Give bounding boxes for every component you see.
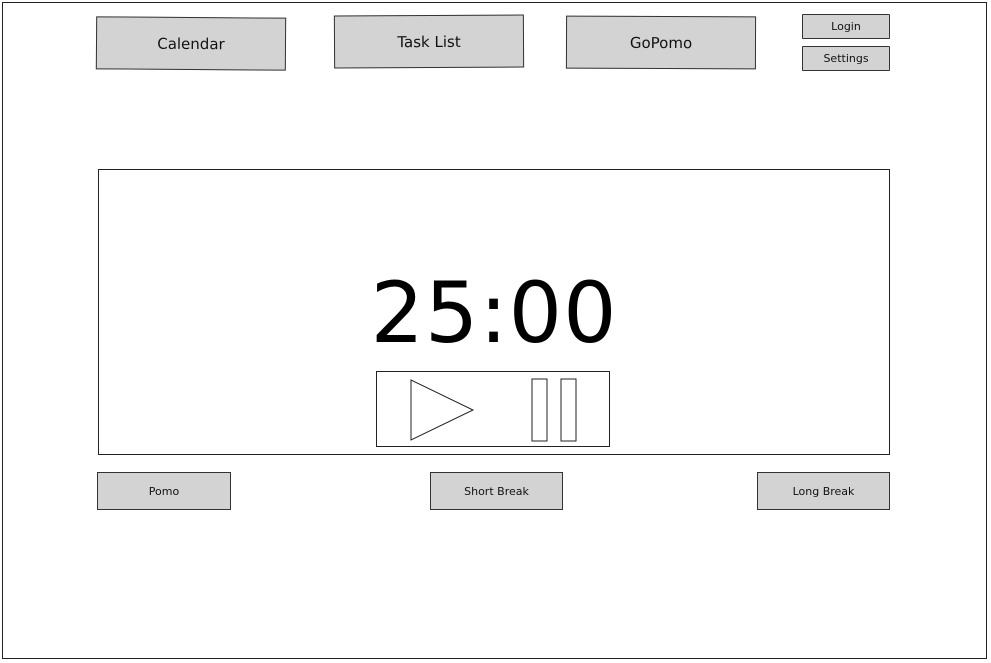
- play-icon: [410, 379, 475, 441]
- long-break-mode-button[interactable]: Long Break: [757, 472, 890, 510]
- pause-icon: [531, 378, 577, 442]
- login-button[interactable]: Login: [802, 14, 890, 39]
- play-button[interactable]: [410, 378, 476, 442]
- timer-panel: 25:00: [98, 169, 890, 455]
- task-list-nav-button[interactable]: Task List: [333, 14, 525, 69]
- calendar-nav-button[interactable]: Calendar: [95, 16, 287, 71]
- timer-controls: [376, 371, 610, 447]
- pause-button[interactable]: [531, 378, 579, 442]
- pomo-mode-button[interactable]: Pomo: [97, 472, 231, 510]
- short-break-mode-button[interactable]: Short Break: [430, 472, 563, 510]
- timer-display: 25:00: [370, 264, 618, 362]
- gopomo-nav-button[interactable]: GoPomo: [565, 15, 757, 70]
- settings-button[interactable]: Settings: [802, 46, 890, 71]
